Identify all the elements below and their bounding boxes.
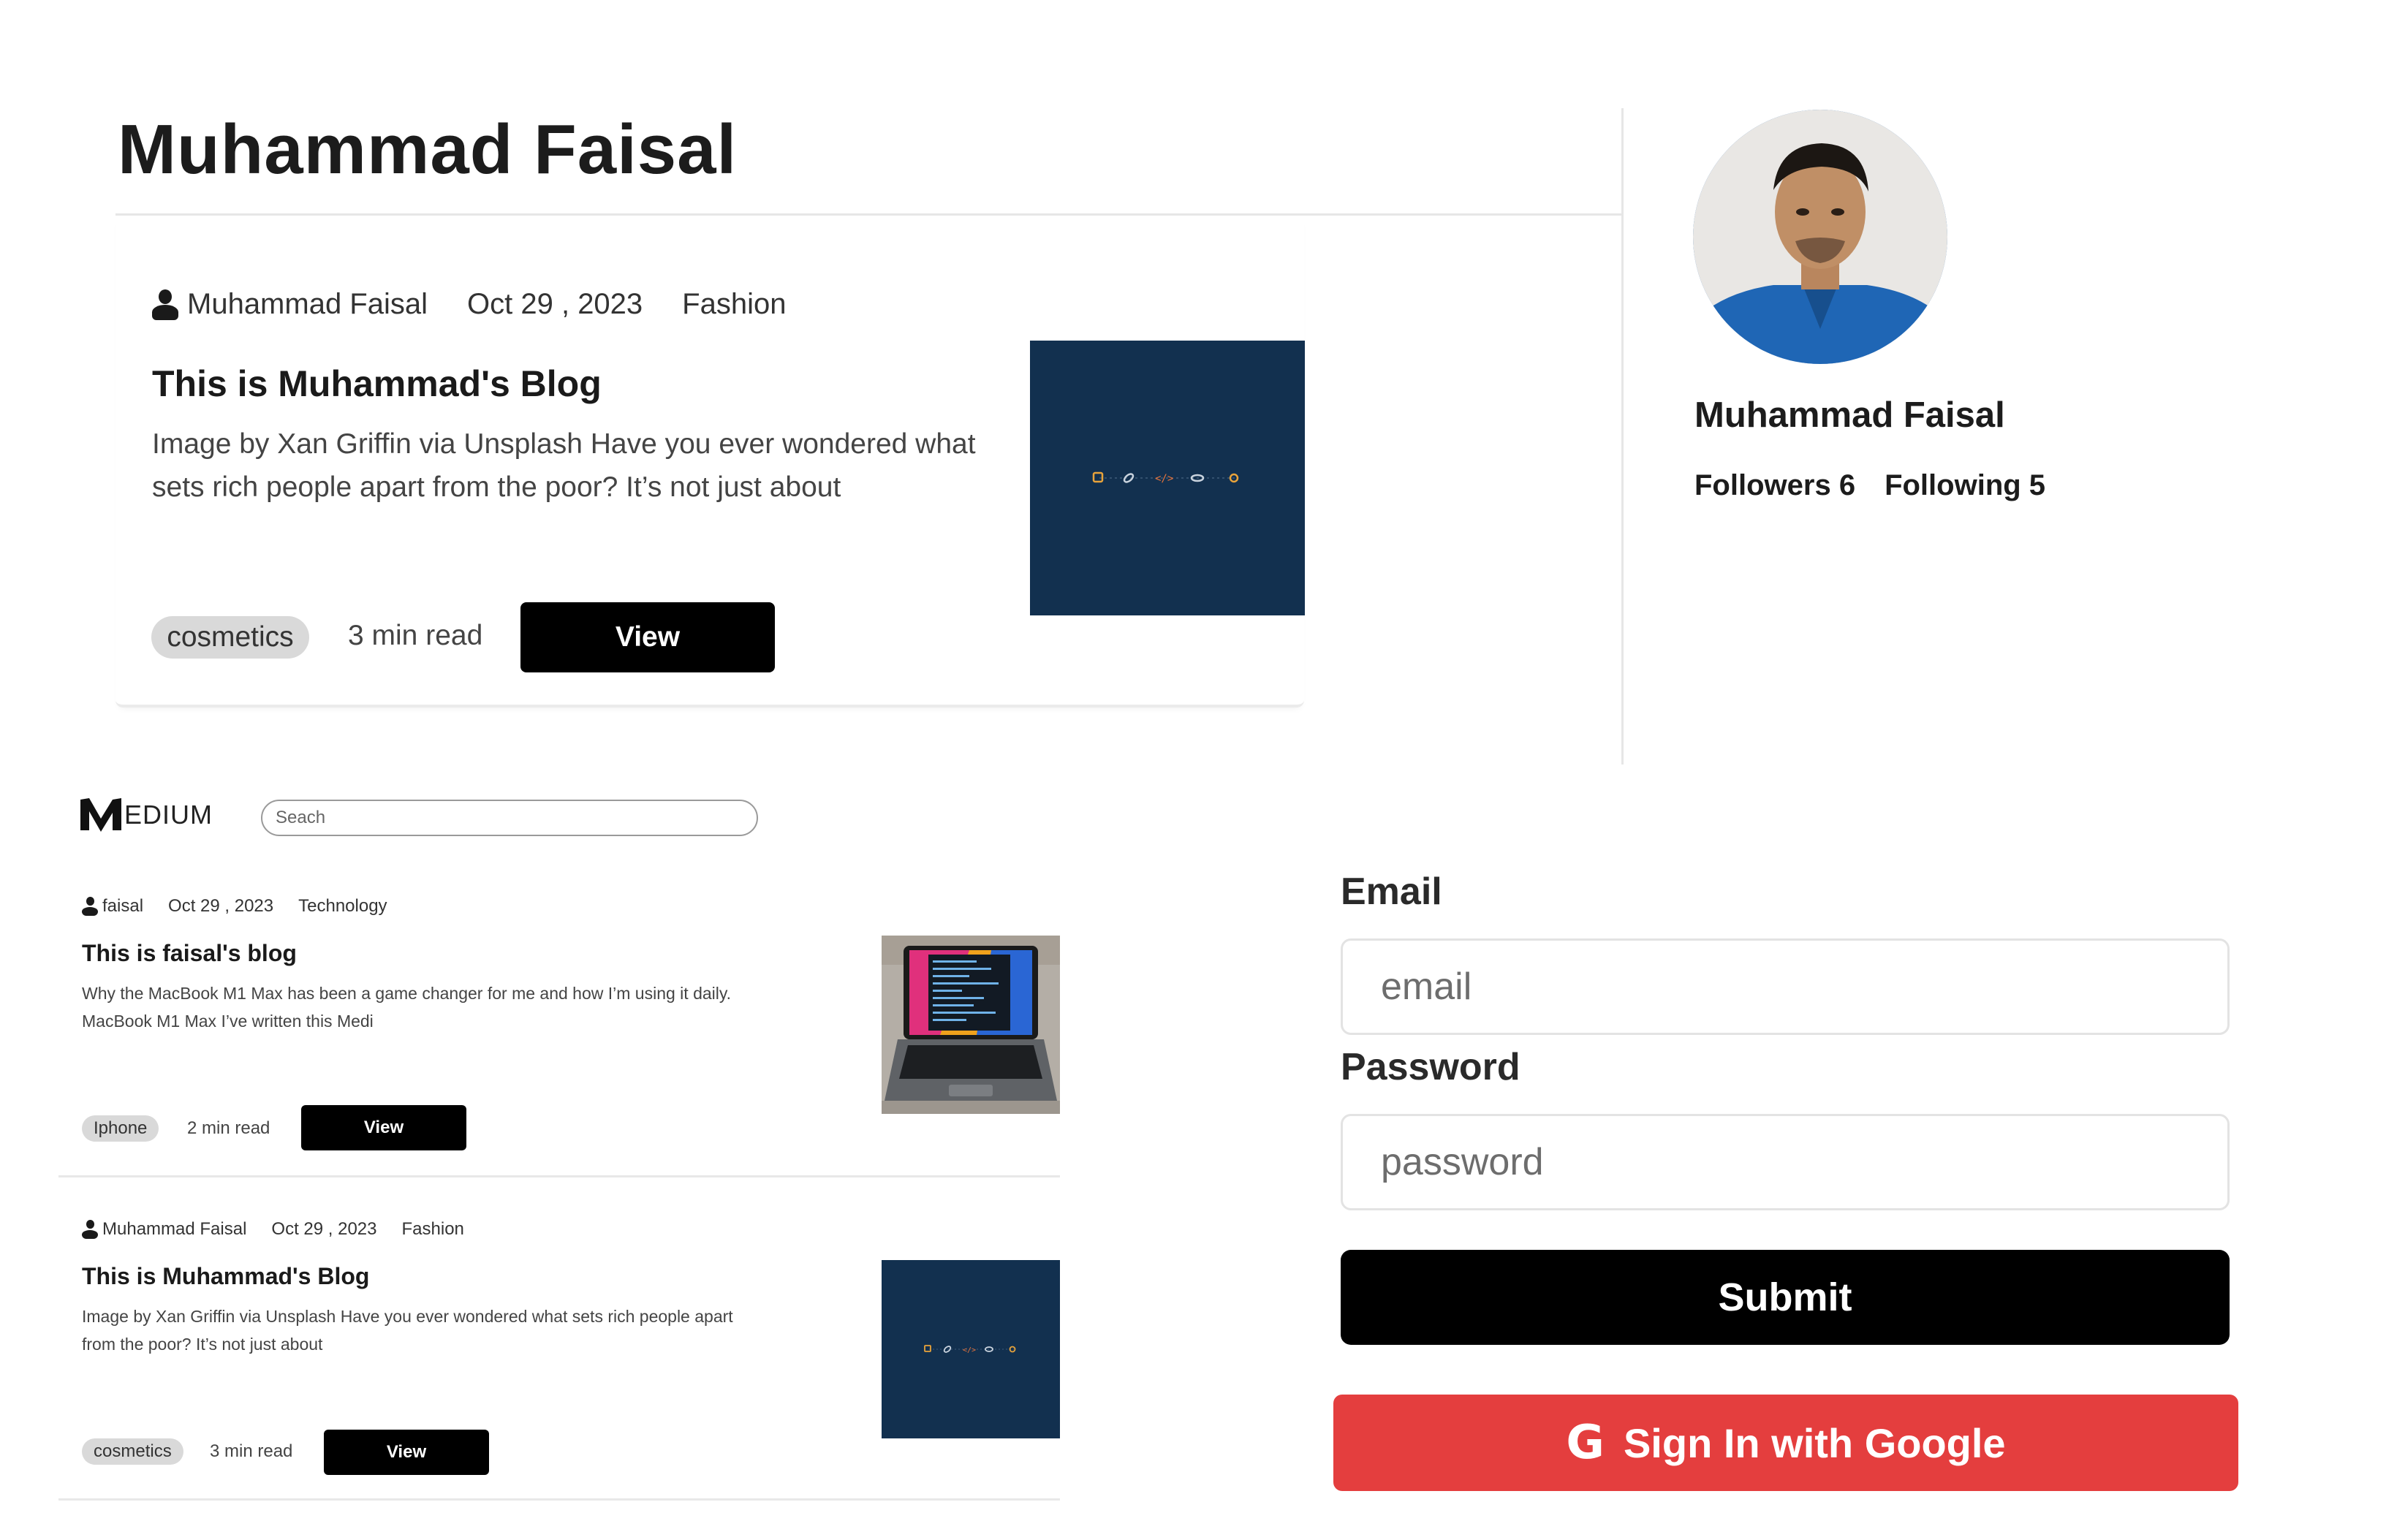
post-title[interactable]: This is faisal's blog <box>82 940 297 967</box>
search-input[interactable] <box>261 800 758 836</box>
code-icons-illustration: </> <box>1092 471 1239 485</box>
post-meta: Muhammad Faisal Oct 29 , 2023 Fashion <box>152 288 786 321</box>
post-category: Fashion <box>401 1219 464 1239</box>
post-date: Oct 29 , 2023 <box>271 1219 377 1239</box>
post-excerpt: Image by Xan Griffin via Unsplash Have y… <box>82 1307 733 1354</box>
password-label: Password <box>1341 1046 1520 1088</box>
post-title[interactable]: This is Muhammad's Blog <box>152 363 602 405</box>
post-author: Muhammad Faisal <box>187 288 428 320</box>
view-button[interactable]: View <box>301 1105 466 1150</box>
laptop-image <box>882 936 1060 1114</box>
email-label: Email <box>1341 870 1442 913</box>
post-divider <box>58 1175 1060 1177</box>
post-category: Fashion <box>682 288 787 320</box>
submit-button[interactable]: Submit <box>1341 1250 2230 1345</box>
logo-text: EDIUM <box>124 800 213 830</box>
post-tag[interactable]: Iphone <box>82 1115 159 1142</box>
post-author: Muhammad Faisal <box>102 1219 247 1239</box>
read-time: 3 min read <box>348 620 483 651</box>
google-signin-button[interactable]: G Sign In with Google <box>1333 1395 2238 1491</box>
person-icon <box>152 289 178 320</box>
post-divider <box>58 1498 1060 1501</box>
followers-count[interactable]: Followers 6 <box>1694 469 1855 502</box>
post-category: Technology <box>298 896 387 916</box>
medium-logo[interactable]: EDIUM <box>79 797 213 833</box>
post-date: Oct 29 , 2023 <box>168 896 274 916</box>
email-field[interactable] <box>1341 938 2230 1035</box>
post-excerpt: Why the MacBook M1 Max has been a game c… <box>82 984 732 1031</box>
post-tag[interactable]: cosmetics <box>151 616 309 659</box>
view-button[interactable]: View <box>324 1430 489 1475</box>
page-title: Muhammad Faisal <box>118 110 738 189</box>
avatar <box>1693 110 1947 364</box>
follow-stats: Followers 6 Following 5 <box>1694 469 2045 502</box>
post-title[interactable]: This is Muhammad's Blog <box>82 1263 369 1290</box>
post-thumbnail: </> <box>882 1260 1060 1438</box>
post-meta: faisal Oct 29 , 2023 Technology <box>82 896 387 917</box>
read-time: 3 min read <box>210 1441 293 1461</box>
google-icon: G <box>1566 1416 1605 1470</box>
view-button[interactable]: View <box>520 602 775 672</box>
password-field[interactable] <box>1341 1114 2230 1210</box>
read-time: 2 min read <box>187 1118 270 1138</box>
medium-logo-icon <box>80 798 121 832</box>
post-author: faisal <box>102 896 144 916</box>
post-thumbnail: </> <box>1030 341 1305 615</box>
person-icon <box>82 897 98 916</box>
post-meta: Muhammad Faisal Oct 29 , 2023 Fashion <box>82 1219 464 1240</box>
sidebar-divider <box>1621 108 1624 765</box>
post-date: Oct 29 , 2023 <box>467 288 643 320</box>
profile-name: Muhammad Faisal <box>1694 395 2005 435</box>
person-icon <box>82 1220 98 1239</box>
google-signin-label: Sign In with Google <box>1623 1419 2006 1466</box>
post-tag[interactable]: cosmetics <box>82 1438 183 1465</box>
svg-text:</>: </> <box>963 1346 976 1354</box>
following-count[interactable]: Following 5 <box>1885 469 2045 502</box>
svg-text:</>: </> <box>1155 473 1173 485</box>
code-icons-illustration: </> <box>924 1345 1016 1354</box>
post-excerpt: Image by Xan Griffin via Unsplash Have y… <box>152 428 976 503</box>
post-thumbnail <box>882 936 1060 1114</box>
title-divider <box>115 213 1622 216</box>
